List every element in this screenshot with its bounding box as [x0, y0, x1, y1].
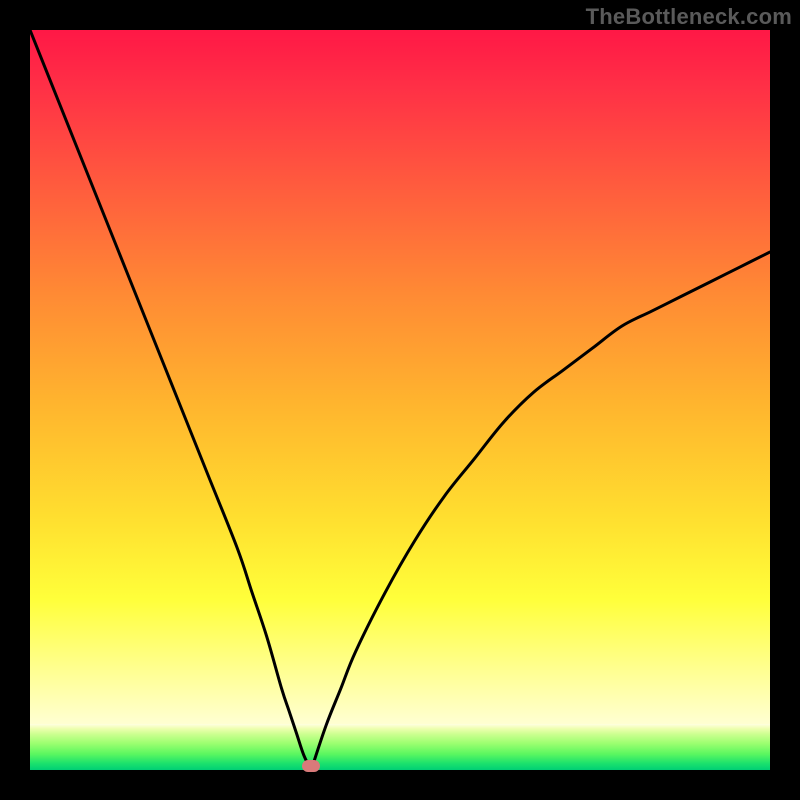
gradient-main: [30, 30, 770, 724]
chart-frame: TheBottleneck.com: [0, 0, 800, 800]
watermark-text: TheBottleneck.com: [586, 4, 792, 30]
gradient-green-band: [30, 724, 770, 770]
optimal-marker: [302, 760, 320, 772]
plot-area: [30, 30, 770, 770]
